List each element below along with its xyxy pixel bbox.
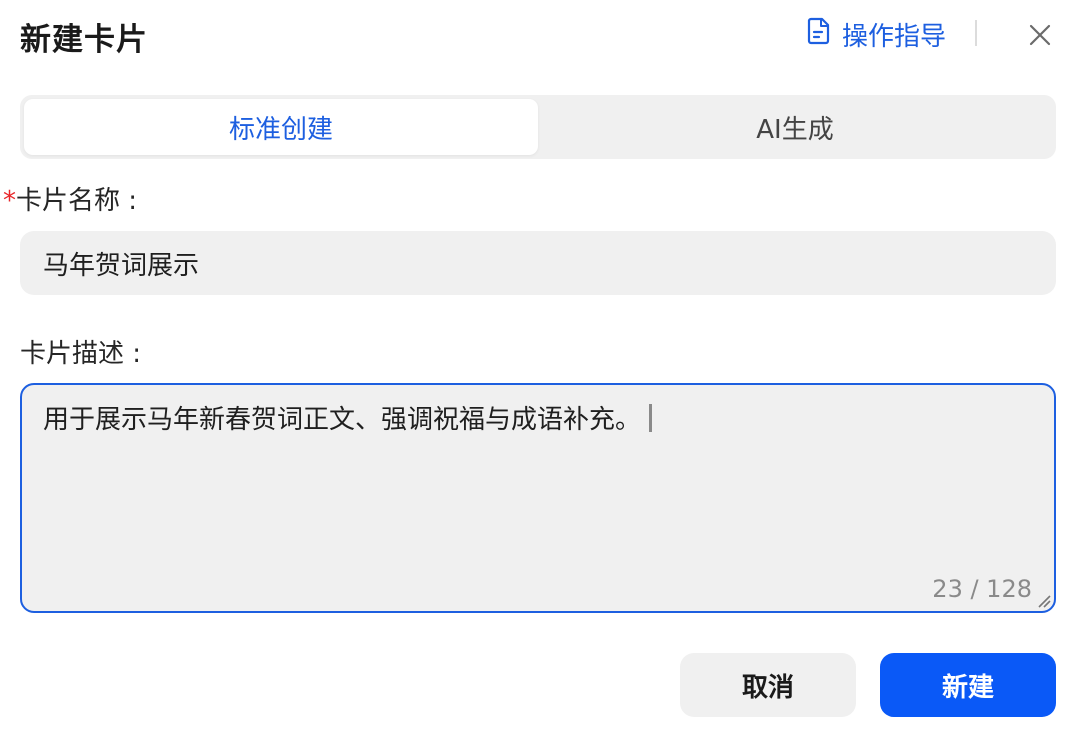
close-button[interactable] bbox=[1022, 17, 1058, 53]
text-caret bbox=[649, 404, 653, 432]
new-card-dialog: 新建卡片 操作指导 标准创建 AI生成 *卡片名称 : 马年贺词展示 卡片描述 … bbox=[0, 0, 1068, 738]
document-icon bbox=[806, 17, 832, 52]
card-description-label: 卡片描述 : bbox=[20, 339, 142, 369]
tab-standard-create[interactable]: 标准创建 bbox=[24, 99, 538, 155]
card-name-label-text: 卡片名称 : bbox=[16, 186, 138, 216]
character-counter: 23 / 128 bbox=[932, 575, 1032, 603]
card-name-input[interactable]: 马年贺词展示 bbox=[20, 231, 1056, 295]
close-icon bbox=[1029, 24, 1051, 46]
dialog-title: 新建卡片 bbox=[20, 22, 148, 58]
guide-link[interactable]: 操作指导 bbox=[806, 14, 946, 54]
card-name-label: *卡片名称 : bbox=[3, 180, 137, 217]
required-mark: * bbox=[3, 186, 16, 216]
card-description-value: 用于展示马年新春贺词正文、强调祝福与成语补充。 bbox=[43, 405, 642, 435]
guide-label: 操作指导 bbox=[842, 21, 947, 52]
creation-mode-tabs: 标准创建 AI生成 bbox=[20, 95, 1056, 159]
resize-handle-icon[interactable] bbox=[1037, 594, 1051, 608]
card-description-textarea[interactable]: 用于展示马年新春贺词正文、强调祝福与成语补充。 23 / 128 bbox=[20, 383, 1056, 613]
tab-ai-generate[interactable]: AI生成 bbox=[538, 99, 1052, 155]
cancel-button[interactable]: 取消 bbox=[680, 653, 856, 717]
header-divider bbox=[975, 20, 977, 46]
card-name-value: 马年贺词展示 bbox=[43, 250, 200, 281]
create-button[interactable]: 新建 bbox=[880, 653, 1056, 717]
